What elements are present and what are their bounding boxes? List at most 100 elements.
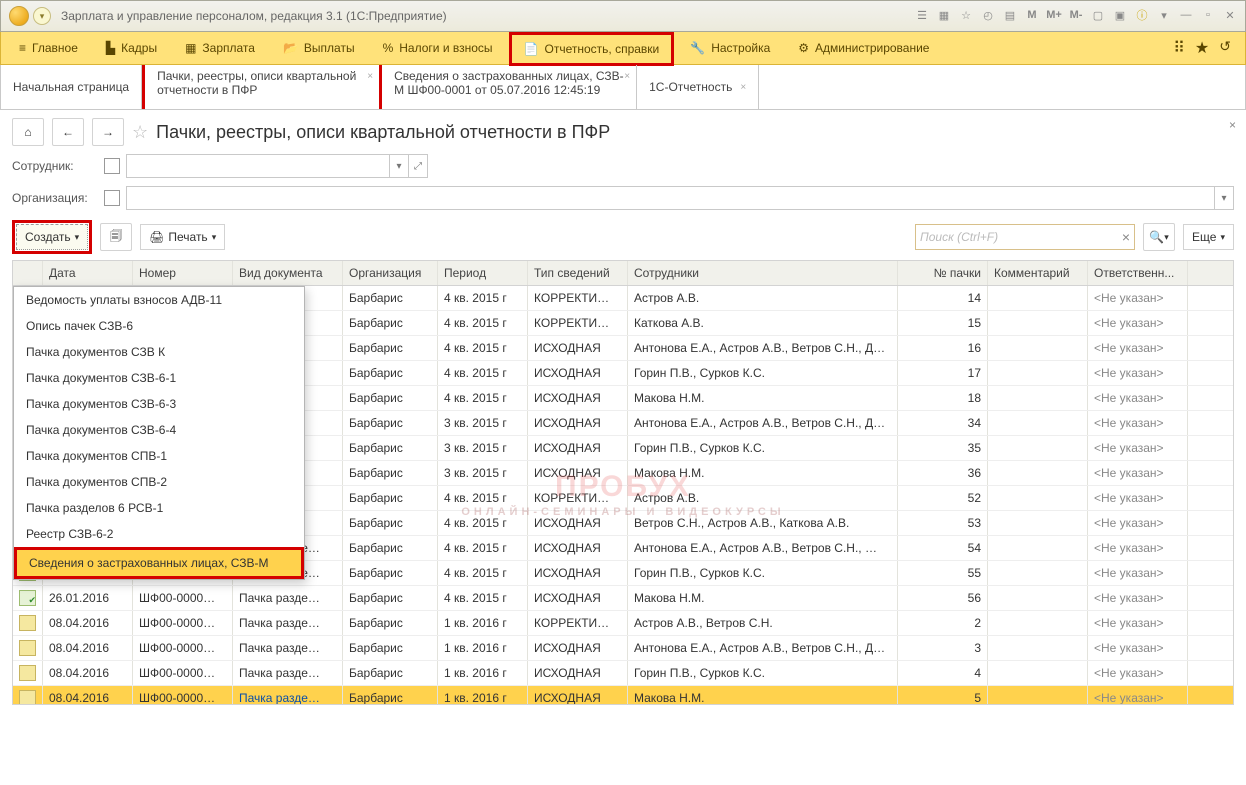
open-dialog-icon[interactable]: ⤢: [408, 155, 427, 177]
tb-font-mmin[interactable]: M-: [1067, 6, 1085, 24]
tb-dropdown-icon[interactable]: ▾: [1155, 6, 1173, 24]
col-pack[interactable]: № пачки: [898, 261, 988, 285]
dropdown-item[interactable]: Реестр СЗВ-6-2: [14, 521, 304, 547]
tb-font-mplus[interactable]: M+: [1045, 6, 1063, 24]
cell-number: ШФ00-0000…: [133, 661, 233, 685]
col-period[interactable]: Период: [438, 261, 528, 285]
nav-item-zarplata[interactable]: ▦Зарплата: [173, 32, 267, 64]
dropdown-item[interactable]: Ведомость уплаты взносов АДВ-11: [14, 287, 304, 313]
chevron-down-icon[interactable]: ▾: [1214, 187, 1233, 209]
nav-item-admin[interactable]: ⚙Администрирование: [786, 32, 941, 64]
app-orb-icon[interactable]: [9, 6, 29, 26]
col-type[interactable]: Тип сведений: [528, 261, 628, 285]
org-checkbox[interactable]: [104, 190, 120, 206]
tb-window2-icon[interactable]: ▣: [1111, 6, 1129, 24]
apps-icon[interactable]: ⠿: [1173, 38, 1185, 58]
cell-resp: <Не указан>: [1088, 336, 1188, 360]
create-button[interactable]: Создать▾: [16, 224, 88, 250]
minimize-button[interactable]: —: [1177, 6, 1195, 24]
table-row[interactable]: 26.01.2016ШФ00-0000…Пачка разде…Барбарис…: [13, 586, 1233, 611]
nav-item-settings[interactable]: 🔧Настройка: [678, 32, 782, 64]
tb-favorite-icon[interactable]: ☆: [957, 6, 975, 24]
tb-history-icon[interactable]: ◴: [979, 6, 997, 24]
star-icon[interactable]: ★: [1195, 38, 1209, 58]
col-number[interactable]: Номер: [133, 261, 233, 285]
dropdown-item[interactable]: Пачка документов СПВ-1: [14, 443, 304, 469]
nav-item-vyplaty[interactable]: 📂Выплаты: [271, 32, 367, 64]
tab-close-icon[interactable]: ×: [740, 82, 746, 93]
dropdown-item[interactable]: Сведения о застрахованных лицах, СЗВ-М: [14, 547, 304, 579]
table-row[interactable]: 08.04.2016ШФ00-0000…Пачка разде…Барбарис…: [13, 686, 1233, 705]
dropdown-item[interactable]: Пачка документов СЗВ-6-1: [14, 365, 304, 391]
org-select[interactable]: ▾: [126, 186, 1234, 210]
dropdown-item[interactable]: Пачка документов СПВ-2: [14, 469, 304, 495]
employee-select[interactable]: ▾⤢: [126, 154, 428, 178]
tb-grid-icon[interactable]: ▦: [935, 6, 953, 24]
chevron-down-icon[interactable]: ▾: [389, 155, 408, 177]
more-button[interactable]: Еще▾: [1183, 224, 1234, 250]
cell-org: Барбарис: [343, 286, 438, 310]
col-employees[interactable]: Сотрудники: [628, 261, 898, 285]
col-date[interactable]: Дата: [43, 261, 133, 285]
app-menu-dropdown[interactable]: ▾: [33, 7, 51, 25]
home-button[interactable]: ⌂: [12, 118, 44, 146]
tab-close-icon[interactable]: ×: [367, 71, 373, 82]
history-nav-icon[interactable]: ↺: [1219, 38, 1231, 58]
cell-period: 4 кв. 2015 г: [438, 311, 528, 335]
nav-item-kadry[interactable]: ▙Кадры: [94, 32, 169, 64]
tb-font-m1[interactable]: M: [1023, 6, 1041, 24]
dropdown-item[interactable]: Опись пачек СЗВ-6: [14, 313, 304, 339]
tb-window-icon[interactable]: ▢: [1089, 6, 1107, 24]
main-nav: ≡Главное ▙Кадры ▦Зарплата 📂Выплаты %Нало…: [0, 32, 1246, 65]
forward-button[interactable]: →: [92, 118, 124, 146]
maximize-button[interactable]: ▫: [1199, 6, 1217, 24]
print-button[interactable]: 🖨Печать▾: [140, 224, 225, 250]
chevron-down-icon: ▾: [212, 232, 217, 243]
tab-szv-m[interactable]: Сведения о застрахованных лицах, СЗВ-М Ш…: [382, 65, 637, 109]
nav-item-reports[interactable]: 📄Отчетность, справки: [520, 35, 664, 63]
row-icon-cell: [13, 586, 43, 610]
col-resp[interactable]: Ответственн...: [1088, 261, 1188, 285]
table-row[interactable]: 08.04.2016ШФ00-0000…Пачка разде…Барбарис…: [13, 661, 1233, 686]
cell-employees: Астров А.В.: [628, 486, 898, 510]
tb-help-icon[interactable]: ⓘ: [1133, 6, 1151, 24]
cell-pack: 18: [898, 386, 988, 410]
back-button[interactable]: ←: [52, 118, 84, 146]
cell-kind: Пачка разде…: [233, 636, 343, 660]
dropdown-item[interactable]: Пачка документов СЗВ-6-3: [14, 391, 304, 417]
window-title: Зарплата и управление персоналом, редакц…: [61, 9, 447, 23]
cell-employees: Антонова Е.А., Астров А.В., Ветров С.Н.,…: [628, 336, 898, 360]
cell-resp: <Не указан>: [1088, 486, 1188, 510]
dropdown-item[interactable]: Пачка разделов 6 РСВ-1: [14, 495, 304, 521]
dropdown-item[interactable]: Пачка документов СЗВ-6-4: [14, 417, 304, 443]
cell-pack: 56: [898, 586, 988, 610]
nav-item-main[interactable]: ≡Главное: [7, 32, 90, 64]
table-row[interactable]: 08.04.2016ШФ00-0000…Пачка разде…Барбарис…: [13, 611, 1233, 636]
employee-checkbox[interactable]: [104, 158, 120, 174]
col-icon[interactable]: [13, 261, 43, 285]
search-button[interactable]: 🔍▾: [1143, 223, 1175, 251]
dropdown-item[interactable]: Пачка документов СЗВ К: [14, 339, 304, 365]
close-window-button[interactable]: ✕: [1221, 6, 1239, 24]
row-icon-cell: [13, 661, 43, 685]
create-button-highlight: Создать▾: [12, 220, 92, 254]
tab-packs[interactable]: Пачки, реестры, описи квартальной отчетн…: [157, 69, 367, 97]
copy-button[interactable]: 🗐: [100, 223, 132, 251]
cell-period: 4 кв. 2015 г: [438, 486, 528, 510]
tab-start-page[interactable]: Начальная страница: [1, 65, 142, 109]
col-kind[interactable]: Вид документа: [233, 261, 343, 285]
clear-search-icon[interactable]: ×: [1122, 229, 1130, 245]
tb-calc-icon[interactable]: ▤: [1001, 6, 1019, 24]
cell-type: ИСХОДНАЯ: [528, 461, 628, 485]
tb-list-icon[interactable]: ☰: [913, 6, 931, 24]
favorite-page-icon[interactable]: ☆: [132, 122, 148, 143]
close-form-button[interactable]: ×: [1229, 118, 1236, 132]
table-row[interactable]: 08.04.2016ШФ00-0000…Пачка разде…Барбарис…: [13, 636, 1233, 661]
col-comment[interactable]: Комментарий: [988, 261, 1088, 285]
nav-item-nalogi[interactable]: %Налоги и взносы: [371, 32, 505, 64]
tab-close-icon[interactable]: ×: [624, 71, 630, 82]
search-input[interactable]: Поиск (Ctrl+F)×: [915, 224, 1135, 250]
col-org[interactable]: Организация: [343, 261, 438, 285]
tab-1c-reports[interactable]: 1С-Отчетность×: [637, 65, 759, 109]
cell-resp: <Не указан>: [1088, 536, 1188, 560]
